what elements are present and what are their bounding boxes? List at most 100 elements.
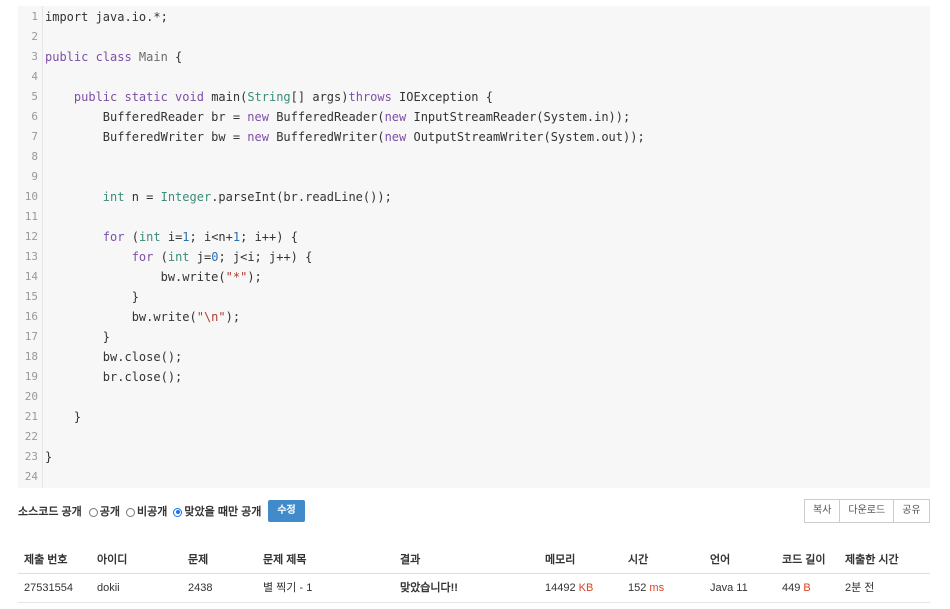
header-user-id: 아이디 (97, 554, 128, 566)
header-language: 언어 (710, 554, 731, 566)
time-value: 152 (628, 582, 647, 594)
code-token: n = (131, 190, 161, 204)
code-token: Main (138, 50, 168, 64)
copy-button[interactable]: 복사 (804, 499, 841, 523)
code-token: ); (247, 270, 262, 284)
code-token: new (384, 110, 414, 124)
table-header-row: 제출 번호 아이디 문제 문제 제목 결과 메모리 시간 언어 코드 길이 제출… (18, 547, 930, 574)
line-number: 7 (31, 130, 38, 143)
code-token: } (45, 450, 53, 464)
visibility-label: 소스코드 공개 (18, 506, 82, 518)
code-line: } (45, 327, 110, 347)
code-token: } (45, 290, 139, 304)
cell-memory: 14492 KB (545, 574, 593, 602)
line-number: 17 (24, 330, 38, 343)
code-token: public class (45, 50, 139, 64)
share-button[interactable]: 공유 (893, 499, 930, 523)
code-token: int (167, 250, 197, 264)
code-token: i= (167, 230, 183, 244)
code-token: } (45, 410, 82, 424)
code-token: InputStreamReader(System.in)); (413, 110, 631, 124)
code-token: bw.close(); (45, 350, 183, 364)
line-number: 3 (31, 50, 38, 63)
code-token: ; i<n+ (189, 230, 233, 244)
code-viewer[interactable]: 1 2 3 4 5 6 7 8 9 10 11 12 13 14 15 16 17 18 19 20 21 22 23 24 … (18, 6, 930, 488)
line-number: 18 (24, 350, 38, 363)
line-number: 10 (24, 190, 38, 203)
code-token: BufferedReader br = (45, 110, 248, 124)
line-number: 2 (31, 30, 38, 43)
cell-submitted-at-link[interactable]: 2분 전 (845, 574, 874, 602)
header-time: 시간 (628, 554, 649, 566)
line-number: 12 (24, 230, 38, 243)
radio-private-label: 비공개 (137, 506, 168, 518)
code-token: for (131, 250, 161, 264)
line-number: 21 (24, 410, 38, 423)
cell-result: 맞았습니다!! (400, 582, 458, 594)
memory-value: 14492 (545, 582, 576, 594)
code-token: int (138, 230, 168, 244)
header-submitted-at: 제출한 시간 (845, 554, 899, 566)
code-line: public static void main(String[] args)th… (45, 87, 493, 107)
radio-public-if-correct-label: 맞았을 때만 공개 (184, 506, 262, 518)
code-token: String (247, 90, 291, 104)
cell-submission-id: 27531554 (24, 582, 73, 594)
code-token: ; j<i; j++) { (218, 250, 313, 264)
code-token: public static void (73, 90, 212, 104)
cell-language: Java 11 (710, 582, 748, 594)
cell-problem-id-link[interactable]: 2438 (188, 574, 212, 602)
line-number: 16 (24, 310, 38, 323)
source-visibility-row: 소스코드 공개 공개 비공개 맞았을 때만 공개 수정 (18, 500, 305, 522)
code-token: BufferedWriter bw = (45, 130, 248, 144)
radio-public-if-correct[interactable] (173, 507, 183, 517)
code-token: "*" (225, 270, 248, 284)
radio-private[interactable] (126, 507, 136, 517)
line-number: 11 (24, 210, 38, 223)
header-code-length: 코드 길이 (782, 554, 826, 566)
code-line: bw.write("*"); (45, 267, 262, 287)
line-number: 24 (24, 470, 38, 483)
code-token: .parseInt(br.readLine()); (211, 190, 392, 204)
code-token: new (247, 130, 277, 144)
download-button[interactable]: 다운로드 (839, 499, 895, 523)
code-token: BufferedWriter( (276, 130, 385, 144)
line-number: 4 (31, 70, 38, 83)
code-line: BufferedWriter bw = new BufferedWriter(n… (45, 127, 645, 147)
code-token: ( (131, 230, 139, 244)
submission-table: 제출 번호 아이디 문제 문제 제목 결과 메모리 시간 언어 코드 길이 제출… (18, 547, 930, 603)
code-token: import java.io.*; (45, 10, 168, 24)
code-token: IOException { (399, 90, 493, 104)
code-length-value: 449 (782, 582, 801, 594)
code-line: } (45, 447, 52, 467)
code-token: ); (225, 310, 241, 324)
code-line: for (int j=0; j<i; j++) { (45, 247, 313, 267)
code-length-unit: B (803, 582, 811, 594)
code-line: } (45, 407, 81, 427)
line-number: 22 (24, 430, 38, 443)
code-token: OutputStreamWriter(System.out)); (413, 130, 645, 144)
header-problem-title: 문제 제목 (263, 554, 307, 566)
code-token: [] args) (290, 90, 349, 104)
code-line: bw.close(); (45, 347, 182, 367)
line-number-gutter: 1 2 3 4 5 6 7 8 9 10 11 12 13 14 15 16 17 18 19 20 21 22 23 24 (18, 6, 43, 488)
code-line: br.close(); (45, 367, 182, 387)
code-token: main( (211, 90, 248, 104)
table-row: 27531554 dokii 2438 별 찍기 - 1 맞았습니다!! 144… (18, 574, 930, 603)
code-token: j= (196, 250, 212, 264)
line-number: 19 (24, 370, 38, 383)
code-token: bw.write( (45, 270, 226, 284)
line-number: 1 (31, 10, 38, 23)
edit-button[interactable]: 수정 (268, 500, 305, 522)
line-number: 5 (31, 90, 38, 103)
code-line: for (int i=1; i<n+1; i++) { (45, 227, 298, 247)
code-token: int (102, 190, 132, 204)
header-problem: 문제 (188, 554, 209, 566)
code-token: 1 (182, 230, 190, 244)
radio-public[interactable] (88, 507, 98, 517)
code-line: import java.io.*; (45, 7, 168, 27)
radio-public-label: 공개 (99, 506, 121, 518)
code-token: ; i++) { (240, 230, 298, 244)
cell-user-id-link[interactable]: dokii (97, 574, 120, 602)
code-token: { (167, 50, 183, 64)
